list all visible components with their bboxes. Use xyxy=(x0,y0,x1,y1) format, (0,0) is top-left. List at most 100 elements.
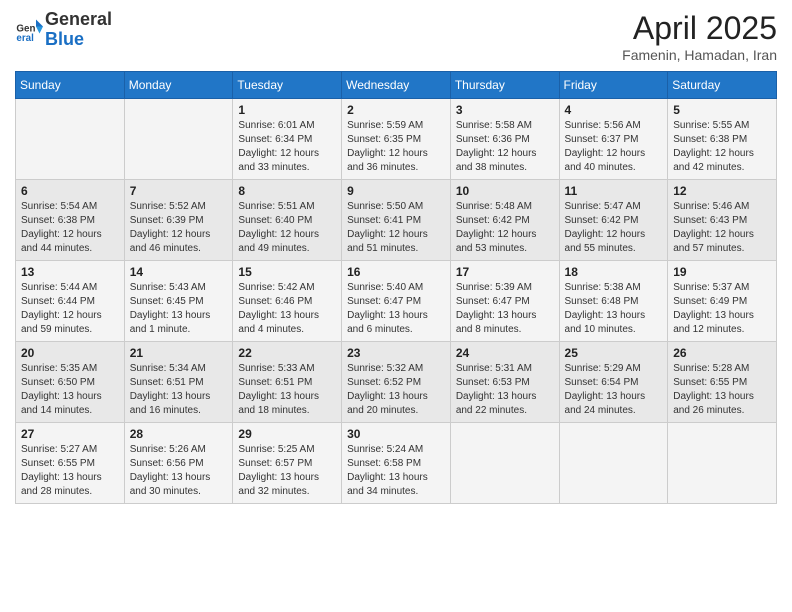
day-number: 20 xyxy=(21,346,119,360)
calendar-cell: 22 Sunrise: 5:33 AM Sunset: 6:51 PM Dayli… xyxy=(233,342,342,423)
weekday-sunday: Sunday xyxy=(16,72,125,99)
calendar-cell: 11 Sunrise: 5:47 AM Sunset: 6:42 PM Dayli… xyxy=(559,180,668,261)
logo-icon: Gen eral xyxy=(15,16,43,44)
day-number: 12 xyxy=(673,184,771,198)
day-info: Sunrise: 5:42 AM Sunset: 6:46 PM Dayligh… xyxy=(238,281,336,337)
calendar-cell: 5Sunrise: 5:55 AM Sunset: 6:38 PM Daylig… xyxy=(668,99,777,180)
day-info: Sunrise: 5:32 AM Sunset: 6:52 PM Dayligh… xyxy=(347,362,445,418)
day-number: 8 xyxy=(238,184,336,198)
day-number: 6 xyxy=(21,184,119,198)
day-number: 15 xyxy=(238,265,336,279)
calendar-cell: 17Sunrise: 5:39 AM Sunset: 6:47 PM Dayli… xyxy=(450,261,559,342)
day-info: Sunrise: 5:50 AM Sunset: 6:41 PM Dayligh… xyxy=(347,200,445,256)
calendar-subtitle: Famenin, Hamadan, Iran xyxy=(622,47,777,63)
calendar-cell: 26 Sunrise: 5:28 AM Sunset: 6:55 PM Dayli… xyxy=(668,342,777,423)
day-info: Sunrise: 5:47 AM Sunset: 6:42 PM Dayligh… xyxy=(565,200,663,256)
weekday-thursday: Thursday xyxy=(450,72,559,99)
calendar-cell: 7Sunrise: 5:52 AM Sunset: 6:39 PM Daylig… xyxy=(124,180,233,261)
day-number: 28 xyxy=(130,427,228,441)
calendar-table: SundayMondayTuesdayWednesdayThursdayFrid… xyxy=(15,71,777,504)
calendar-cell: 29Sunrise: 5:25 AM Sunset: 6:57 PM Dayli… xyxy=(233,423,342,504)
calendar-cell: 3Sunrise: 5:58 AM Sunset: 6:36 PM Daylig… xyxy=(450,99,559,180)
week-row-1: 1 Sunrise: 6:01 AM Sunset: 6:34 PM Daylig… xyxy=(16,99,777,180)
calendar-cell: 10 Sunrise: 5:48 AM Sunset: 6:42 PM Dayli… xyxy=(450,180,559,261)
day-info: Sunrise: 5:39 AM Sunset: 6:47 PM Dayligh… xyxy=(456,281,554,337)
calendar-cell: 21 Sunrise: 5:34 AM Sunset: 6:51 PM Dayli… xyxy=(124,342,233,423)
day-number: 3 xyxy=(456,103,554,117)
week-row-3: 13 Sunrise: 5:44 AM Sunset: 6:44 PM Dayli… xyxy=(16,261,777,342)
logo: Gen eral General Blue xyxy=(15,10,112,50)
day-number: 26 xyxy=(673,346,771,360)
day-info: Sunrise: 5:40 AM Sunset: 6:47 PM Dayligh… xyxy=(347,281,445,337)
weekday-monday: Monday xyxy=(124,72,233,99)
day-number: 13 xyxy=(21,265,119,279)
day-info: Sunrise: 5:59 AM Sunset: 6:35 PM Dayligh… xyxy=(347,119,445,175)
calendar-cell: 2 Sunrise: 5:59 AM Sunset: 6:35 PM Daylig… xyxy=(342,99,451,180)
day-number: 22 xyxy=(238,346,336,360)
weekday-saturday: Saturday xyxy=(668,72,777,99)
week-row-4: 20 Sunrise: 5:35 AM Sunset: 6:50 PM Dayli… xyxy=(16,342,777,423)
day-number: 14 xyxy=(130,265,228,279)
day-info: Sunrise: 5:43 AM Sunset: 6:45 PM Dayligh… xyxy=(130,281,228,337)
day-number: 2 xyxy=(347,103,445,117)
day-info: Sunrise: 5:54 AM Sunset: 6:38 PM Dayligh… xyxy=(21,200,119,256)
day-number: 11 xyxy=(565,184,663,198)
calendar-cell: 12 Sunrise: 5:46 AM Sunset: 6:43 PM Dayli… xyxy=(668,180,777,261)
day-info: Sunrise: 6:01 AM Sunset: 6:34 PM Dayligh… xyxy=(238,119,336,175)
calendar-cell: 14 Sunrise: 5:43 AM Sunset: 6:45 PM Dayli… xyxy=(124,261,233,342)
day-info: Sunrise: 5:33 AM Sunset: 6:51 PM Dayligh… xyxy=(238,362,336,418)
day-info: Sunrise: 5:25 AM Sunset: 6:57 PM Dayligh… xyxy=(238,443,336,499)
calendar-cell xyxy=(450,423,559,504)
calendar-cell xyxy=(559,423,668,504)
calendar-cell: 23 Sunrise: 5:32 AM Sunset: 6:52 PM Dayli… xyxy=(342,342,451,423)
calendar-cell: 19 Sunrise: 5:37 AM Sunset: 6:49 PM Dayli… xyxy=(668,261,777,342)
calendar-cell xyxy=(16,99,125,180)
calendar-cell: 18Sunrise: 5:38 AM Sunset: 6:48 PM Dayli… xyxy=(559,261,668,342)
day-number: 23 xyxy=(347,346,445,360)
day-number: 9 xyxy=(347,184,445,198)
day-number: 30 xyxy=(347,427,445,441)
day-number: 16 xyxy=(347,265,445,279)
weekday-header-row: SundayMondayTuesdayWednesdayThursdayFrid… xyxy=(16,72,777,99)
day-info: Sunrise: 5:31 AM Sunset: 6:53 PM Dayligh… xyxy=(456,362,554,418)
calendar-cell: 25 Sunrise: 5:29 AM Sunset: 6:54 PM Dayli… xyxy=(559,342,668,423)
calendar-cell: 8 Sunrise: 5:51 AM Sunset: 6:40 PM Daylig… xyxy=(233,180,342,261)
calendar-cell xyxy=(668,423,777,504)
day-info: Sunrise: 5:28 AM Sunset: 6:55 PM Dayligh… xyxy=(673,362,771,418)
day-info: Sunrise: 5:46 AM Sunset: 6:43 PM Dayligh… xyxy=(673,200,771,256)
day-info: Sunrise: 5:35 AM Sunset: 6:50 PM Dayligh… xyxy=(21,362,119,418)
calendar-cell: 9 Sunrise: 5:50 AM Sunset: 6:41 PM Daylig… xyxy=(342,180,451,261)
calendar-cell: 20 Sunrise: 5:35 AM Sunset: 6:50 PM Dayli… xyxy=(16,342,125,423)
day-number: 7 xyxy=(130,184,228,198)
day-info: Sunrise: 5:51 AM Sunset: 6:40 PM Dayligh… xyxy=(238,200,336,256)
day-number: 25 xyxy=(565,346,663,360)
day-info: Sunrise: 5:34 AM Sunset: 6:51 PM Dayligh… xyxy=(130,362,228,418)
day-number: 18 xyxy=(565,265,663,279)
day-info: Sunrise: 5:37 AM Sunset: 6:49 PM Dayligh… xyxy=(673,281,771,337)
calendar-cell: 15 Sunrise: 5:42 AM Sunset: 6:46 PM Dayli… xyxy=(233,261,342,342)
calendar-cell: 28Sunrise: 5:26 AM Sunset: 6:56 PM Dayli… xyxy=(124,423,233,504)
day-info: Sunrise: 5:56 AM Sunset: 6:37 PM Dayligh… xyxy=(565,119,663,175)
weekday-wednesday: Wednesday xyxy=(342,72,451,99)
day-info: Sunrise: 5:44 AM Sunset: 6:44 PM Dayligh… xyxy=(21,281,119,337)
title-block: April 2025 Famenin, Hamadan, Iran xyxy=(622,10,777,63)
weekday-friday: Friday xyxy=(559,72,668,99)
weekday-tuesday: Tuesday xyxy=(233,72,342,99)
calendar-cell: 6 Sunrise: 5:54 AM Sunset: 6:38 PM Daylig… xyxy=(16,180,125,261)
day-number: 27 xyxy=(21,427,119,441)
day-number: 19 xyxy=(673,265,771,279)
calendar-cell: 30 Sunrise: 5:24 AM Sunset: 6:58 PM Dayli… xyxy=(342,423,451,504)
day-info: Sunrise: 5:24 AM Sunset: 6:58 PM Dayligh… xyxy=(347,443,445,499)
day-number: 5 xyxy=(673,103,771,117)
day-number: 21 xyxy=(130,346,228,360)
calendar-cell: 1 Sunrise: 6:01 AM Sunset: 6:34 PM Daylig… xyxy=(233,99,342,180)
day-number: 24 xyxy=(456,346,554,360)
day-number: 10 xyxy=(456,184,554,198)
day-info: Sunrise: 5:48 AM Sunset: 6:42 PM Dayligh… xyxy=(456,200,554,256)
calendar-cell: 16 Sunrise: 5:40 AM Sunset: 6:47 PM Dayli… xyxy=(342,261,451,342)
day-info: Sunrise: 5:29 AM Sunset: 6:54 PM Dayligh… xyxy=(565,362,663,418)
calendar-title: April 2025 xyxy=(622,10,777,47)
day-number: 1 xyxy=(238,103,336,117)
logo-general: General xyxy=(45,9,112,29)
week-row-2: 6 Sunrise: 5:54 AM Sunset: 6:38 PM Daylig… xyxy=(16,180,777,261)
